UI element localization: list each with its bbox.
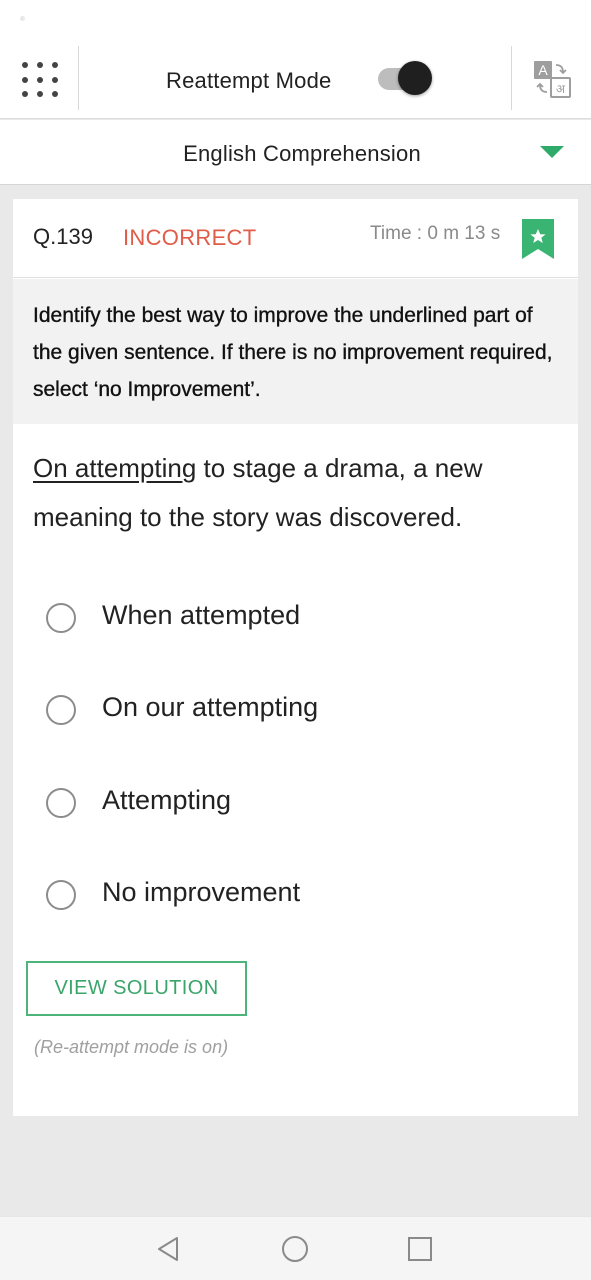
question-instruction: Identify the best way to improve the und…	[13, 279, 578, 424]
question-card: Q.139 INCORRECT Time : 0 m 13 s Identify…	[13, 199, 578, 1116]
reattempt-mode-label: Reattempt Mode	[166, 68, 332, 93]
nav-back-icon[interactable]	[153, 1233, 185, 1265]
nav-home-icon[interactable]	[279, 1233, 311, 1265]
radio-button[interactable]	[46, 788, 76, 818]
radio-button[interactable]	[46, 880, 76, 910]
radio-button[interactable]	[46, 695, 76, 725]
question-sentence: On attempting to stage a drama, a new me…	[33, 444, 568, 542]
option-label: No improvement	[102, 877, 301, 907]
option-label: On our attempting	[102, 692, 319, 722]
top-bar: Reattempt Mode A अ	[0, 44, 591, 119]
option-3[interactable]: Attempting	[46, 779, 546, 829]
status-bar	[0, 0, 591, 44]
status-dot	[20, 16, 25, 21]
question-number: Q.139	[33, 224, 93, 249]
option-1[interactable]: When attempted	[46, 594, 546, 644]
option-4[interactable]: No improvement	[46, 871, 546, 921]
option-label: When attempted	[102, 600, 301, 630]
view-solution-button[interactable]: VIEW SOLUTION	[26, 961, 247, 1016]
system-nav-bar	[0, 1216, 591, 1280]
nav-recents-icon[interactable]	[404, 1233, 436, 1265]
svg-text:अ: अ	[556, 82, 566, 96]
question-header: Q.139 INCORRECT Time : 0 m 13 s	[13, 199, 578, 278]
subject-selector[interactable]: English Comprehension	[0, 120, 591, 185]
underlined-phrase: On attempting	[33, 453, 197, 483]
radio-button[interactable]	[46, 603, 76, 633]
grid-menu-icon[interactable]	[22, 62, 58, 98]
option-label: Attempting	[102, 785, 232, 815]
reattempt-note: (Re-attempt mode is on)	[34, 1037, 229, 1057]
reattempt-mode-toggle[interactable]	[378, 61, 434, 97]
divider-left	[78, 46, 79, 110]
bookmark-star-icon[interactable]	[522, 219, 554, 259]
instruction-text: Identify the best way to improve the und…	[33, 304, 553, 401]
status-badge: INCORRECT	[123, 225, 257, 250]
chevron-down-icon[interactable]	[540, 146, 564, 158]
divider-right	[511, 46, 512, 110]
option-2[interactable]: On our attempting	[46, 686, 546, 736]
toggle-knob	[398, 61, 432, 95]
svg-text:A: A	[538, 62, 548, 78]
translate-icon[interactable]: A अ	[532, 59, 572, 99]
subject-label: English Comprehension	[183, 141, 421, 166]
question-timer: Time : 0 m 13 s	[370, 223, 501, 244]
